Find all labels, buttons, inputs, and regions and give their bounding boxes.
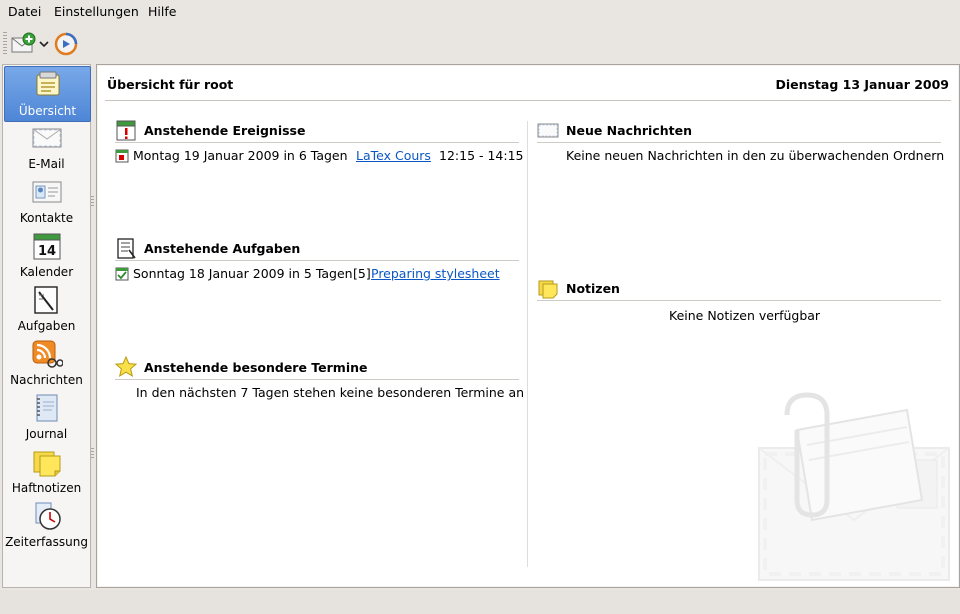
- sidebar-item-feeds[interactable]: Nachrichten: [4, 336, 89, 390]
- sidebar-item-tasks[interactable]: Aufgaben: [4, 282, 89, 336]
- todos-section-header: Anstehende Aufgaben: [115, 237, 519, 261]
- sidebar-item-calendar[interactable]: 14 Kalender: [4, 228, 89, 282]
- splitter-handle[interactable]: [91, 196, 94, 206]
- menu-help[interactable]: Hilfe: [148, 4, 176, 19]
- event-link[interactable]: LaTex Cours: [356, 148, 431, 163]
- notes-empty-text: Keine Notizen verfügbar: [669, 308, 821, 323]
- kontact-watermark-icon: [758, 392, 950, 581]
- todo-priority: [5]: [353, 266, 371, 281]
- sidebar-item-time-tracker[interactable]: Zeiterfassung: [4, 498, 89, 552]
- sticky-notes-icon: [33, 451, 61, 477]
- special-dates-empty-text: In den nächsten 7 Tagen stehen keine bes…: [136, 385, 525, 400]
- toolbar-grip[interactable]: [3, 32, 7, 56]
- todo-check-icon: [115, 267, 129, 281]
- sidebar-item-mail[interactable]: E-Mail: [4, 120, 89, 174]
- sidebar-item-journal[interactable]: Journal: [4, 390, 89, 444]
- news-empty-text: Keine neuen Nachrichten in den zu überwa…: [566, 148, 945, 163]
- tasks-icon: [34, 286, 58, 314]
- menubar: Datei Einstellungen Hilfe: [0, 0, 960, 24]
- sidebar: Übersicht E-Mail Kontakte 14 Kalender Au…: [2, 64, 91, 588]
- menu-file[interactable]: Datei: [8, 4, 41, 19]
- notes-section-header: Notizen: [537, 277, 941, 301]
- event-date: Montag 19 Januar 2009 in 6 Tagen: [133, 148, 348, 163]
- toolbar: [0, 28, 960, 60]
- svg-text:14: 14: [38, 244, 56, 259]
- journal-icon: [36, 394, 58, 422]
- summary-icon: [36, 71, 60, 96]
- new-mail-icon: [11, 32, 36, 53]
- events-section-header: Anstehende Ereignisse: [115, 119, 519, 143]
- status-bar: [0, 590, 960, 614]
- calendar-icon: 14: [33, 233, 61, 260]
- current-date: Dienstag 13 Januar 2009: [775, 77, 949, 92]
- todo-date: Sonntag 18 Januar 2009 in 5 Tagen: [133, 266, 353, 281]
- news-section-header: Neue Nachrichten: [537, 119, 941, 143]
- summary-view: Übersicht für root Dienstag 13 Januar 20…: [96, 64, 960, 588]
- star-icon: [115, 356, 137, 378]
- divider: [105, 100, 951, 101]
- special-dates-section-header: Anstehende besondere Termine: [115, 356, 519, 380]
- event-time: 12:15 - 14:15: [439, 148, 524, 163]
- envelope-icon: [537, 123, 559, 138]
- page-title: Übersicht für root: [107, 77, 234, 92]
- mail-icon: [32, 128, 62, 148]
- sticky-note-icon: [538, 280, 558, 299]
- contacts-icon: [32, 181, 62, 203]
- column-divider: [527, 121, 528, 567]
- time-tracker-icon: [35, 502, 61, 530]
- event-calendar-icon: [115, 149, 129, 163]
- sidebar-item-sticky-notes[interactable]: Haftnotizen: [4, 444, 89, 498]
- sync-button[interactable]: [54, 30, 80, 58]
- sidebar-item-contacts[interactable]: Kontakte: [4, 174, 89, 228]
- calendar-alert-icon: [116, 120, 136, 141]
- todo-list-icon: [117, 238, 136, 259]
- menu-settings[interactable]: Einstellungen: [54, 4, 139, 19]
- chevron-down-icon[interactable]: [39, 39, 49, 49]
- todo-link[interactable]: Preparing stylesheet: [371, 266, 500, 281]
- new-mail-button[interactable]: [11, 30, 51, 58]
- feeds-icon: [32, 340, 63, 368]
- splitter-handle[interactable]: [91, 448, 94, 458]
- sidebar-item-summary[interactable]: Übersicht: [4, 66, 91, 122]
- sync-icon: [54, 32, 78, 56]
